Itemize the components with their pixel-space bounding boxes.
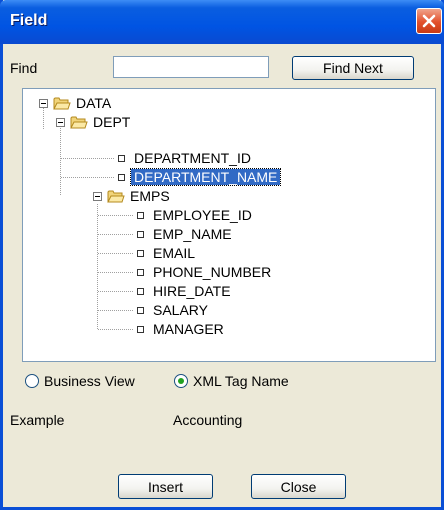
- tree-node-emps[interactable]: EMPS: [127, 187, 173, 206]
- tree-node-label: SALARY: [153, 302, 208, 318]
- example-value: Accounting: [173, 412, 243, 428]
- tree-node-employee-id[interactable]: EMPLOYEE_ID: [150, 206, 255, 225]
- tree-node-label: DEPT: [93, 114, 131, 130]
- tree-node-department-name[interactable]: DEPARTMENT_NAME: [129, 168, 282, 187]
- radio-button[interactable]: [25, 374, 39, 388]
- radio-xml-tag-name[interactable]: XML Tag Name: [174, 372, 289, 390]
- collapse-toggle-data[interactable]: [39, 99, 48, 108]
- find-next-button[interactable]: Find Next: [292, 56, 414, 80]
- field-dialog: Field Find Find Next DATA DEPT DEPARTMEN…: [0, 0, 444, 510]
- insert-button[interactable]: Insert: [118, 474, 213, 499]
- tree-node-phone-number[interactable]: PHONE_NUMBER: [150, 263, 274, 282]
- close-icon: [422, 14, 436, 28]
- field-icon: [137, 250, 144, 257]
- field-icon: [137, 212, 144, 219]
- tree-node-label: EMPLOYEE_ID: [153, 207, 252, 223]
- field-icon: [137, 269, 144, 276]
- close-window-button[interactable]: [416, 8, 442, 34]
- collapse-toggle-dept[interactable]: [56, 118, 65, 127]
- field-icon: [137, 307, 144, 314]
- folder-open-icon: [70, 116, 88, 129]
- dialog-title: Field: [10, 12, 48, 29]
- radio-label: XML Tag Name: [193, 373, 289, 389]
- tree-node-label: DEPARTMENT_NAME: [129, 168, 282, 186]
- tree-node-label: DATA: [76, 95, 112, 111]
- tree-node-department-id[interactable]: DEPARTMENT_ID: [131, 149, 254, 168]
- tree-node-label: DEPARTMENT_ID: [134, 150, 251, 166]
- field-icon: [137, 231, 144, 238]
- tree-node-label: EMP_NAME: [153, 226, 232, 242]
- field-icon: [118, 174, 125, 181]
- folder-open-icon: [53, 97, 71, 110]
- field-tree[interactable]: DATA DEPT DEPARTMENT_ID DEPARTMENT_NAME …: [22, 88, 436, 362]
- field-icon: [137, 288, 144, 295]
- radio-label: Business View: [44, 373, 135, 389]
- find-input[interactable]: [113, 56, 269, 78]
- tree-node-label: MANAGER: [153, 321, 224, 337]
- field-icon: [137, 326, 144, 333]
- tree-node-label: PHONE_NUMBER: [153, 264, 272, 280]
- radio-business-view[interactable]: Business View: [25, 372, 135, 390]
- tree-node-label: HIRE_DATE: [153, 283, 231, 299]
- tree-node-label: EMAIL: [153, 245, 196, 261]
- tree-node-hire-date[interactable]: HIRE_DATE: [150, 282, 234, 301]
- radio-button[interactable]: [174, 374, 188, 388]
- find-label: Find: [10, 60, 38, 76]
- tree-node-data[interactable]: DATA: [73, 94, 114, 113]
- tree-node-manager[interactable]: MANAGER: [150, 320, 227, 339]
- tree-node-email[interactable]: EMAIL: [150, 244, 198, 263]
- tree-node-label: EMPS: [130, 188, 170, 204]
- tree-node-salary[interactable]: SALARY: [150, 301, 211, 320]
- close-button[interactable]: Close: [251, 474, 346, 499]
- collapse-toggle-emps[interactable]: [93, 192, 102, 201]
- title-bar[interactable]: Field: [0, 0, 444, 44]
- tree-node-dept[interactable]: DEPT: [90, 113, 133, 132]
- example-label: Example: [10, 412, 65, 428]
- tree-node-emp-name[interactable]: EMP_NAME: [150, 225, 235, 244]
- field-icon: [118, 155, 125, 162]
- folder-open-icon: [107, 190, 125, 203]
